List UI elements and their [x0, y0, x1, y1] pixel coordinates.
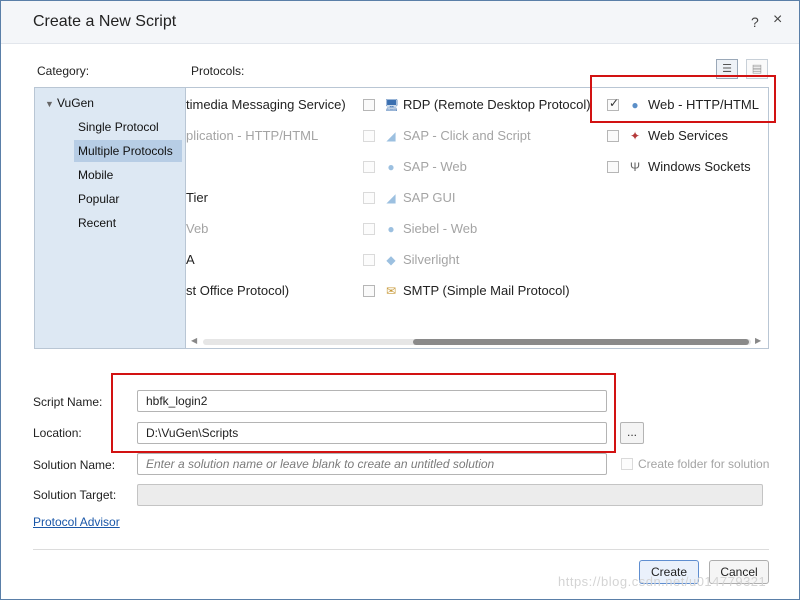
footer-divider	[33, 549, 769, 550]
protocol-horizontal-scrollbar[interactable]: ◀ ▶	[191, 335, 763, 347]
globe-icon: ●	[387, 222, 395, 236]
create-folder-label: Create folder for solution	[638, 457, 770, 471]
category-vugen[interactable]: ▼ VuGen	[41, 92, 98, 114]
category-item[interactable]: Multiple Protocols	[74, 140, 182, 162]
sap-icon: ◢	[386, 191, 396, 205]
help-button[interactable]: ?	[751, 14, 759, 30]
detail-view-button[interactable]: ▤	[746, 59, 768, 79]
protocol-item-label[interactable]: SAP GUI	[403, 188, 456, 208]
protocol-item[interactable]: timedia Messaging Service)	[186, 95, 346, 115]
title-bar: Create a New Script ? ×	[1, 1, 799, 44]
protocol-item-label[interactable]: SMTP (Simple Mail Protocol)	[403, 281, 570, 301]
web-services-icon: ✦	[629, 129, 641, 143]
category-item[interactable]: Popular	[74, 188, 123, 210]
protocol-item-label[interactable]: SAP - Web	[403, 157, 467, 177]
protocol-checkbox[interactable]	[363, 192, 375, 204]
monitor-icon: 🖥	[384, 98, 400, 112]
category-item[interactable]: Recent	[74, 212, 120, 234]
protocol-item[interactable]: Veb	[186, 219, 208, 239]
category-item-label: Multiple Protocols	[78, 144, 173, 158]
solution-target-field	[137, 484, 763, 506]
detail-view-icon: ▤	[751, 63, 763, 75]
protocol-checkbox[interactable]	[363, 99, 375, 111]
create-script-dialog: Create a New Script ? × Category: Protoc…	[0, 0, 800, 600]
close-button[interactable]: ×	[773, 11, 782, 29]
protocol-advisor-link[interactable]: Protocol Advisor	[33, 515, 120, 529]
browse-location-button[interactable]: ...	[620, 422, 644, 444]
expand-triangle-icon[interactable]: ▼	[45, 93, 57, 115]
category-label: Category:	[37, 64, 90, 78]
protocol-checkbox[interactable]	[363, 254, 375, 266]
category-item[interactable]: Mobile	[74, 164, 117, 186]
protocol-item[interactable]: A	[186, 250, 195, 270]
location-input[interactable]	[137, 422, 607, 444]
protocol-list: timedia Messaging Service) plication - HT…	[186, 87, 769, 349]
scroll-left-icon[interactable]: ◀	[191, 335, 197, 347]
protocols-label: Protocols:	[191, 64, 245, 78]
create-folder-checkbox[interactable]	[621, 458, 633, 470]
category-item-label: Mobile	[78, 168, 114, 182]
category-tree: ▼ VuGen Single Protocol Multiple Protocols…	[34, 87, 186, 349]
category-item[interactable]: Single Protocol	[74, 116, 163, 138]
protocol-checkbox[interactable]	[607, 130, 619, 142]
protocol-checkbox[interactable]	[607, 96, 619, 111]
socket-icon: Ψ	[629, 160, 641, 174]
script-name-input[interactable]	[137, 390, 607, 412]
protocol-checkbox[interactable]	[363, 285, 375, 297]
category-item-label: Recent	[78, 216, 117, 230]
protocol-item-label[interactable]: Web - HTTP/HTML	[648, 95, 759, 115]
dialog-title: Create a New Script	[33, 13, 177, 30]
script-name-label: Script Name:	[33, 395, 103, 409]
list-view-button[interactable]: ☰	[716, 59, 738, 79]
category-item-label: Popular	[78, 192, 120, 206]
scroll-thumb[interactable]	[413, 339, 749, 345]
protocol-item-label[interactable]: Siebel - Web	[403, 219, 477, 239]
protocol-item-label[interactable]: Web Services	[648, 126, 728, 146]
sap-icon: ◢	[386, 129, 396, 143]
category-item-label: Single Protocol	[78, 120, 159, 134]
globe-icon: ●	[387, 160, 395, 174]
protocol-checkbox[interactable]	[363, 223, 375, 235]
protocol-checkbox[interactable]	[363, 161, 375, 173]
protocol-item-label[interactable]: RDP (Remote Desktop Protocol)	[403, 95, 591, 115]
location-label: Location:	[33, 426, 82, 440]
solution-name-label: Solution Name:	[33, 458, 116, 472]
mail-icon: ✉	[385, 284, 397, 298]
silverlight-icon: ◆	[386, 253, 396, 267]
solution-name-input[interactable]	[137, 453, 607, 475]
solution-target-label: Solution Target:	[33, 488, 117, 502]
protocol-checkbox[interactable]	[363, 130, 375, 142]
protocol-item-label[interactable]: Silverlight	[403, 250, 459, 270]
protocol-item-label[interactable]: SAP - Click and Script	[403, 126, 531, 146]
protocol-item[interactable]: plication - HTTP/HTML	[186, 126, 318, 146]
list-view-icon: ☰	[722, 63, 732, 75]
protocol-item[interactable]: st Office Protocol)	[186, 281, 289, 301]
watermark: https://blog.csdn.net/u014779321	[558, 574, 767, 589]
globe-icon: ●	[631, 98, 639, 112]
protocol-item[interactable]: Tier	[186, 188, 208, 208]
protocol-checkbox[interactable]	[607, 161, 619, 173]
scroll-right-icon[interactable]: ▶	[755, 335, 761, 347]
protocol-item-label[interactable]: Windows Sockets	[648, 157, 751, 177]
